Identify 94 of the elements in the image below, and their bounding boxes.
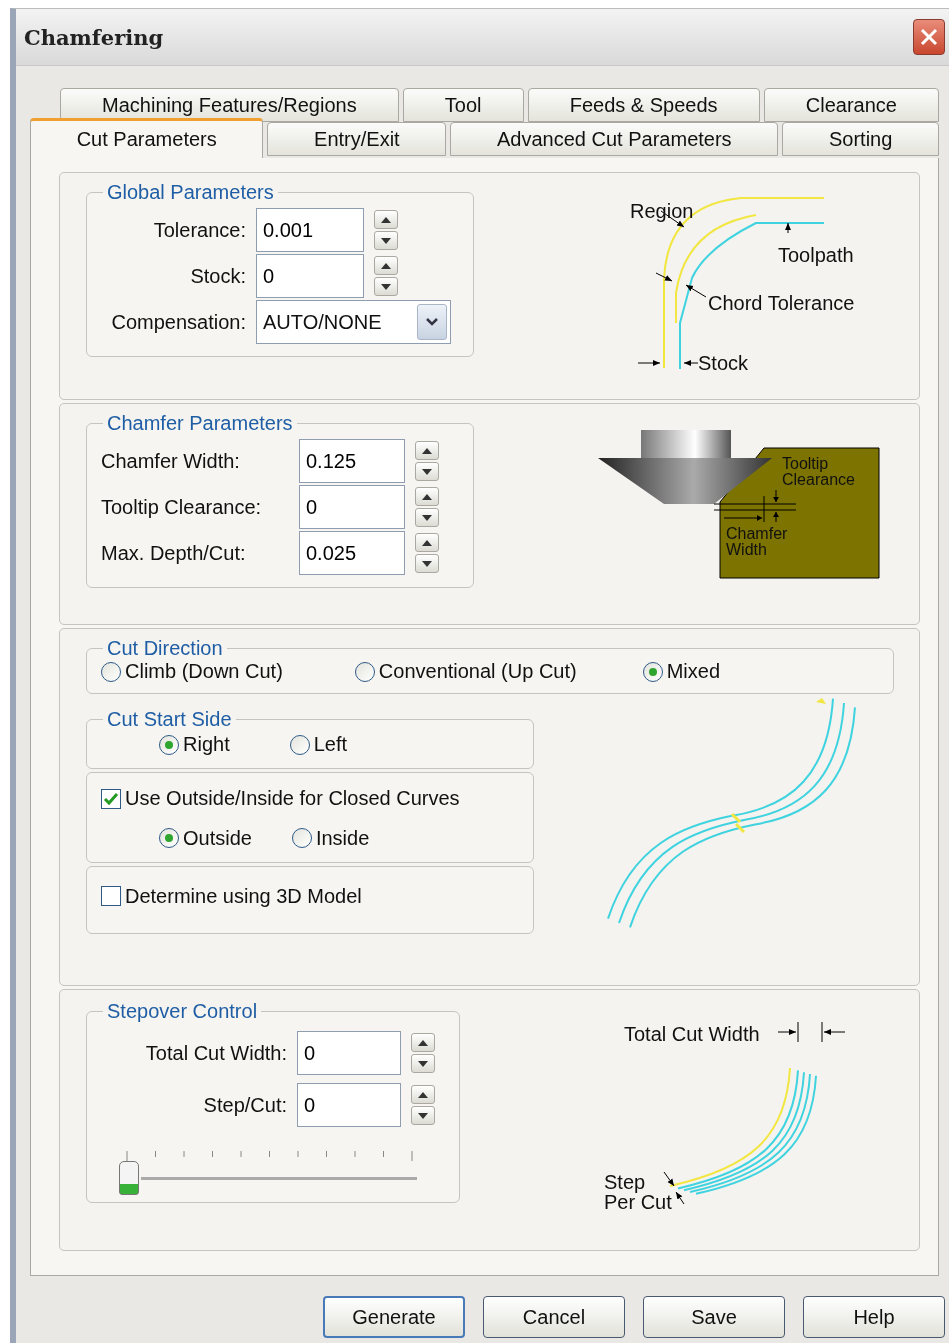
diagram-label: Region: [630, 201, 694, 221]
down-arrow-icon: [421, 467, 433, 476]
spin-down-button[interactable]: [374, 277, 398, 296]
number-field[interactable]: 0: [297, 1083, 401, 1127]
up-arrow-icon: [380, 261, 392, 270]
group-title: Chamfer Parameters: [106, 412, 294, 435]
tab[interactable]: Feeds & Speeds: [527, 88, 760, 122]
spin-down-button[interactable]: [415, 508, 439, 527]
check-icon: [103, 791, 119, 806]
group-title: Stepover Control: [106, 1000, 259, 1023]
up-arrow-icon: [421, 492, 433, 501]
group-title: Global Parameters: [106, 181, 275, 204]
tab[interactable]: Advanced Cut Parameters: [450, 122, 779, 156]
spin-up-button[interactable]: [411, 1033, 435, 1052]
radio-option[interactable]: Left: [289, 733, 348, 756]
number-field[interactable]: 0: [297, 1031, 401, 1075]
tab[interactable]: Cut Parameters: [30, 118, 264, 158]
tab[interactable]: Sorting: [782, 122, 939, 156]
dropdown-button[interactable]: [417, 304, 447, 340]
tab[interactable]: Entry/Exit: [267, 122, 447, 156]
spin-up-button[interactable]: [415, 441, 439, 460]
tab[interactable]: Clearance: [763, 88, 940, 122]
diagram-label: Stock: [698, 353, 749, 373]
field-label: Compensation:: [110, 310, 246, 334]
number-field[interactable]: 0.001: [256, 208, 364, 252]
number-field[interactable]: 0: [256, 254, 364, 298]
down-arrow-icon: [417, 1059, 429, 1068]
checkbox-option[interactable]: Use Outside/Inside for Closed Curves: [101, 787, 460, 810]
checkbox[interactable]: [101, 788, 121, 809]
tab[interactable]: Machining Features/Regions: [60, 88, 399, 122]
field-label: Max. Depth/Cut:: [101, 541, 247, 565]
radio-button[interactable]: [291, 828, 312, 848]
number-field[interactable]: 0.025: [299, 531, 405, 575]
spin-up-button[interactable]: [374, 210, 398, 229]
chevron-down-icon: [425, 317, 439, 327]
spin-up-button[interactable]: [415, 487, 439, 506]
spin-up-button[interactable]: [411, 1085, 435, 1104]
down-arrow-icon: [421, 513, 433, 522]
group-title: Cut Start Side: [106, 708, 233, 731]
field-label: Stock:: [189, 264, 246, 288]
diagram-label: Chord Tolerance: [708, 293, 855, 313]
up-arrow-icon: [421, 446, 433, 455]
diagram-label: Total Cut Width: [624, 1024, 760, 1044]
spin-down-button[interactable]: [374, 231, 398, 250]
radio-option[interactable]: Mixed: [642, 660, 721, 683]
up-arrow-icon: [417, 1038, 429, 1047]
diagram-label: Toolpath: [778, 245, 854, 265]
number-field[interactable]: 0: [299, 485, 405, 529]
down-arrow-icon: [417, 1111, 429, 1120]
tab[interactable]: Tool: [402, 88, 524, 122]
spin-up-button[interactable]: [415, 533, 439, 552]
field-label: Step/Cut:: [202, 1093, 287, 1117]
dialog-button[interactable]: Save: [643, 1296, 785, 1338]
checkbox-option[interactable]: Determine using 3D Model: [101, 884, 362, 908]
radio-option[interactable]: Outside: [159, 826, 252, 850]
radio-option[interactable]: Climb (Down Cut): [101, 660, 283, 683]
diagram-label: Tooltip Clearance: [782, 456, 856, 488]
down-arrow-icon: [421, 559, 433, 568]
checkbox[interactable]: [101, 886, 121, 906]
spin-down-button[interactable]: [411, 1106, 435, 1125]
radio-button[interactable]: [354, 661, 375, 682]
radio-button[interactable]: [159, 734, 179, 755]
spin-up-button[interactable]: [374, 256, 398, 275]
field-label: Tooltip Clearance:: [101, 495, 263, 519]
up-arrow-icon: [417, 1090, 429, 1099]
close-icon: [920, 28, 938, 46]
number-field[interactable]: 0.125: [299, 439, 405, 483]
dialog-button[interactable]: Generate: [323, 1296, 465, 1338]
diagram-label: Chamfer Width: [726, 526, 789, 558]
radio-button[interactable]: [642, 661, 663, 682]
spin-down-button[interactable]: [411, 1054, 435, 1073]
spin-down-button[interactable]: [415, 462, 439, 481]
diagram-label: Step Per Cut: [604, 1172, 673, 1212]
up-arrow-icon: [421, 538, 433, 547]
group-title: Cut Direction: [106, 637, 224, 660]
radio-option[interactable]: Right: [159, 733, 230, 756]
spin-down-button[interactable]: [415, 554, 439, 573]
close-button[interactable]: [913, 19, 945, 55]
radio-button[interactable]: [101, 661, 121, 682]
compensation-dropdown[interactable]: AUTO/NONE: [256, 300, 451, 344]
radio-button[interactable]: [289, 734, 310, 755]
slider-thumb[interactable]: [119, 1161, 139, 1195]
down-arrow-icon: [380, 236, 392, 245]
radio-option[interactable]: Inside: [291, 826, 370, 850]
field-label: Tolerance:: [152, 218, 246, 242]
dialog-button[interactable]: Cancel: [483, 1296, 625, 1338]
field-label: Total Cut Width:: [144, 1041, 287, 1065]
up-arrow-icon: [380, 215, 392, 224]
window-title: Chamfering: [24, 24, 164, 50]
down-arrow-icon: [380, 282, 392, 291]
dialog-button[interactable]: Help: [803, 1296, 945, 1338]
radio-button[interactable]: [159, 828, 179, 848]
field-label: Chamfer Width:: [101, 449, 241, 473]
radio-option[interactable]: Conventional (Up Cut): [354, 660, 577, 683]
